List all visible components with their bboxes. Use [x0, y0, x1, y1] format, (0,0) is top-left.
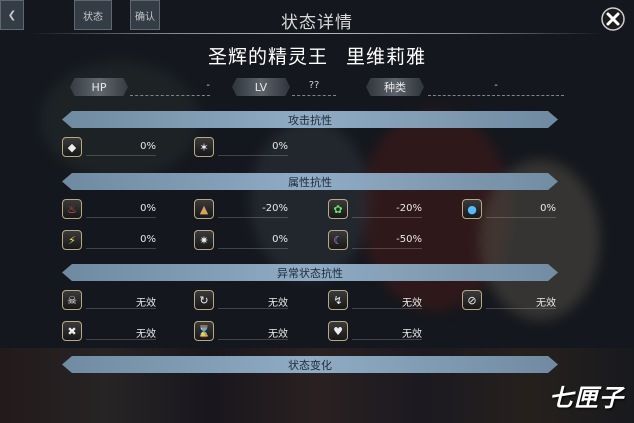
- dark-icon: ☾: [328, 230, 348, 250]
- character-given-name: 里维莉雅: [346, 46, 427, 68]
- close-icon[interactable]: [601, 7, 625, 31]
- stun-icon: ✖: [62, 321, 82, 341]
- watermark-logo: 七匣子: [549, 384, 624, 412]
- poison-icon: ☠: [62, 290, 82, 310]
- title-divider: [30, 33, 604, 34]
- earth-icon: ▲: [194, 199, 214, 219]
- character-title: 圣辉的精灵王: [207, 46, 328, 68]
- character-name: 圣辉的精灵王 里维莉雅: [0, 42, 634, 69]
- status-resist-header: 异常状态抗性: [62, 264, 558, 281]
- wind-icon: ✿: [328, 199, 348, 219]
- close-button[interactable]: [600, 6, 626, 32]
- magic-guard-icon: ✶: [194, 137, 214, 157]
- dialog-title: 状态详情: [281, 13, 353, 33]
- seal-icon: ⊘: [462, 290, 482, 310]
- status-change-header: 状态变化: [62, 356, 558, 373]
- hp-label: HP: [70, 78, 128, 96]
- light-icon: ✷: [194, 230, 214, 250]
- slow-icon: ⌛: [194, 321, 214, 341]
- fire-icon: ♨: [62, 199, 82, 219]
- sleep-icon: ↻: [194, 290, 214, 310]
- attack-resist-header: 攻击抗性: [62, 111, 558, 128]
- attribute-resist-header: 属性抗性: [62, 173, 558, 190]
- paralysis-icon: ↯: [328, 290, 348, 310]
- thunder-icon: ⚡: [62, 230, 82, 250]
- water-icon: ●: [462, 199, 482, 219]
- stat-row: HP - LV ?? 种类 -: [0, 78, 634, 98]
- lv-label: LV: [232, 78, 290, 96]
- lv-value: ??: [292, 80, 336, 96]
- charm-icon: ♥: [328, 321, 348, 341]
- hp-value: -: [130, 80, 210, 96]
- type-value: -: [428, 80, 564, 96]
- shield-guard-icon: ◆: [62, 137, 82, 157]
- type-label: 种类: [366, 78, 424, 96]
